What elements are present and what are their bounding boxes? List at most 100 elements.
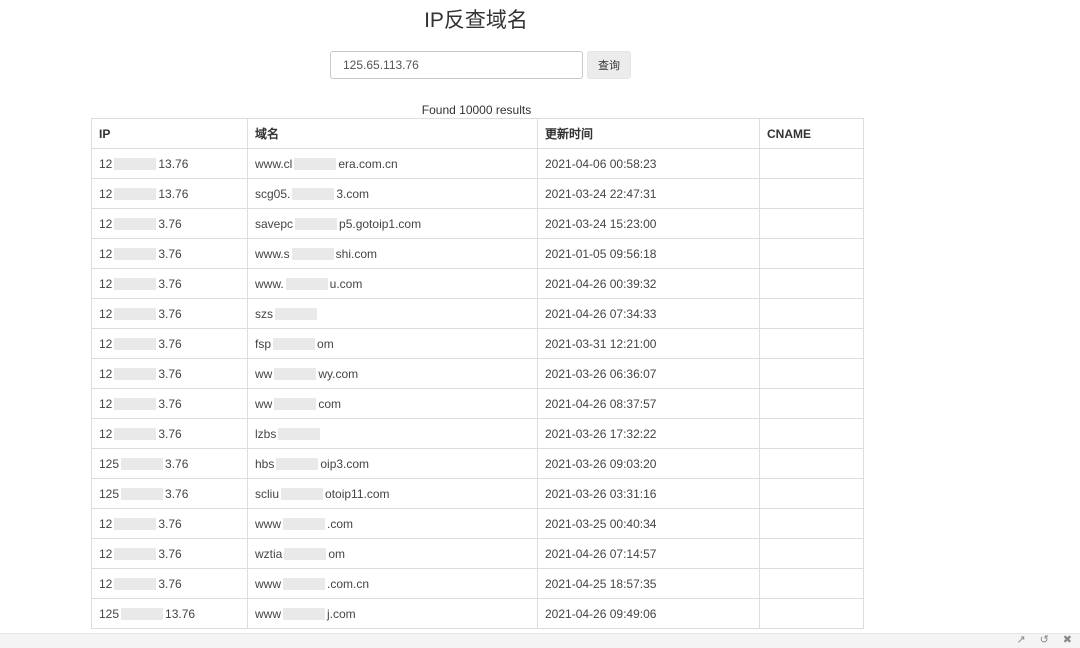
domain-cell: savepc p5.gotoip1.com xyxy=(247,208,538,239)
updated-time-cell: 2021-04-26 07:34:33 xyxy=(537,298,760,329)
share-icon[interactable]: ↗ xyxy=(1016,633,1025,646)
cname-cell xyxy=(759,148,864,179)
updated-time-cell: 2021-03-31 12:21:00 xyxy=(537,328,760,359)
cname-cell xyxy=(759,208,864,239)
updated-time-cell: 2021-04-26 07:14:57 xyxy=(537,538,760,569)
cname-cell xyxy=(759,178,864,209)
table-row: 12 3.76 wztia om 2021-04-26 07:14:57 xyxy=(91,538,864,569)
ip-cell: 12 3.76 xyxy=(91,208,248,239)
cname-cell xyxy=(759,298,864,329)
cname-cell xyxy=(759,568,864,599)
cname-cell xyxy=(759,478,864,509)
domain-cell: www.cl era.com.cn xyxy=(247,148,538,179)
redaction-mask xyxy=(114,308,157,321)
redaction-mask xyxy=(121,488,164,501)
domain-cell: szs xyxy=(247,298,538,329)
redaction-mask xyxy=(114,188,157,201)
redaction-mask xyxy=(283,578,325,591)
redaction-mask xyxy=(274,398,317,411)
ip-search-input[interactable] xyxy=(330,51,583,79)
domain-cell: www j.com xyxy=(247,598,538,629)
redaction-mask xyxy=(295,218,338,231)
table-row: 12 3.76 www. u.com 2021-04-26 00:39:32 xyxy=(91,268,864,299)
ip-cell: 12 3.76 xyxy=(91,268,248,299)
cname-cell xyxy=(759,598,864,629)
column-header-updated-time: 更新时间 xyxy=(537,118,760,149)
table-header-row: IP 域名 更新时间 CNAME xyxy=(91,118,864,149)
domain-cell: scliu otoip11.com xyxy=(247,478,538,509)
redaction-mask xyxy=(114,578,157,591)
redaction-mask xyxy=(121,458,164,471)
column-header-domain: 域名 xyxy=(247,118,538,149)
table-row: 12 3.76 fsp om 2021-03-31 12:21:00 xyxy=(91,328,864,359)
redaction-mask xyxy=(114,158,157,171)
ip-cell: 12 3.76 xyxy=(91,298,248,329)
cname-cell xyxy=(759,388,864,419)
cname-cell xyxy=(759,448,864,479)
redaction-mask xyxy=(114,338,157,351)
ip-cell: 125 3.76 xyxy=(91,448,248,479)
updated-time-cell: 2021-04-26 08:37:57 xyxy=(537,388,760,419)
table-row: 125 13.76 www j.com 2021-04-26 09:49:06 xyxy=(91,598,864,629)
ip-cell: 125 3.76 xyxy=(91,478,248,509)
redaction-mask xyxy=(278,428,321,441)
ip-cell: 12 3.76 xyxy=(91,388,248,419)
delete-icon[interactable]: ✖ xyxy=(1063,633,1072,646)
ip-cell: 12 13.76 xyxy=(91,178,248,209)
redaction-mask xyxy=(273,338,316,351)
table-row: 12 3.76 www .com 2021-03-25 00:40:34 xyxy=(91,508,864,539)
table-row: 12 3.76 lzbs 2021-03-26 17:32:22 xyxy=(91,418,864,449)
redaction-mask xyxy=(281,488,324,501)
redaction-mask xyxy=(114,278,157,291)
redaction-mask xyxy=(294,158,337,171)
ip-cell: 12 3.76 xyxy=(91,238,248,269)
domain-cell: ww com xyxy=(247,388,538,419)
redaction-mask xyxy=(275,308,317,321)
table-row: 12 3.76 savepc p5.gotoip1.com 2021-03-24 15:… xyxy=(91,208,864,239)
cname-cell xyxy=(759,358,864,389)
redaction-mask xyxy=(114,398,157,411)
table-row: 12 3.76 ww com 2021-04-26 08:37:57 xyxy=(91,388,864,419)
updated-time-cell: 2021-03-24 22:47:31 xyxy=(537,178,760,209)
domain-cell: lzbs xyxy=(247,418,538,449)
redaction-mask xyxy=(276,458,319,471)
ip-cell: 12 3.76 xyxy=(91,568,248,599)
ip-cell: 12 3.76 xyxy=(91,358,248,389)
cname-cell xyxy=(759,238,864,269)
table-row: 12 13.76 www.cl era.com.cn 2021-04-06 00:58:… xyxy=(91,148,864,179)
domain-cell: www .com.cn xyxy=(247,568,538,599)
table-row: 125 3.76 hbs oip3.com 2021-03-26 09:03:20 xyxy=(91,448,864,479)
table-row: 12 3.76 www.s shi.com 2021-01-05 09:56:18 xyxy=(91,238,864,269)
updated-time-cell: 2021-04-25 18:57:35 xyxy=(537,568,760,599)
history-icon[interactable]: ↺ xyxy=(1040,633,1049,646)
updated-time-cell: 2021-03-25 00:40:34 xyxy=(537,508,760,539)
redaction-mask xyxy=(291,248,334,261)
cname-cell xyxy=(759,508,864,539)
cname-cell xyxy=(759,268,864,299)
updated-time-cell: 2021-03-26 09:03:20 xyxy=(537,448,760,479)
redaction-mask xyxy=(114,428,157,441)
redaction-mask xyxy=(292,188,335,201)
updated-time-cell: 2021-04-06 00:58:23 xyxy=(537,148,760,179)
column-header-ip: IP xyxy=(91,118,248,149)
redaction-mask xyxy=(284,548,327,561)
redaction-mask xyxy=(285,278,328,291)
table-row: 12 13.76 scg05. 3.com 2021-03-24 22:47:31 xyxy=(91,178,864,209)
redaction-mask xyxy=(114,248,157,261)
redaction-mask xyxy=(283,608,325,621)
domain-cell: ww wy.com xyxy=(247,358,538,389)
updated-time-cell: 2021-03-24 15:23:00 xyxy=(537,208,760,239)
ip-cell: 12 3.76 xyxy=(91,328,248,359)
domain-cell: scg05. 3.com xyxy=(247,178,538,209)
updated-time-cell: 2021-04-26 00:39:32 xyxy=(537,268,760,299)
table-row: 12 3.76 szs 2021-04-26 07:34:33 xyxy=(91,298,864,329)
updated-time-cell: 2021-01-05 09:56:18 xyxy=(537,238,760,269)
redaction-mask xyxy=(114,518,157,531)
ip-cell: 125 13.76 xyxy=(91,598,248,629)
ip-cell: 12 3.76 xyxy=(91,538,248,569)
table-row: 12 3.76 ww wy.com 2021-03-26 06:36:07 xyxy=(91,358,864,389)
search-button[interactable]: 查询 xyxy=(587,51,631,79)
cname-cell xyxy=(759,418,864,449)
search-bar: 查询 xyxy=(330,51,631,79)
domain-cell: wztia om xyxy=(247,538,538,569)
